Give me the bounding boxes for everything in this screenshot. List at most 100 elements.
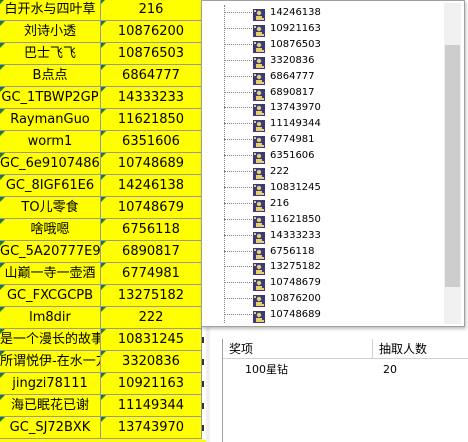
user-name-cell[interactable]: 巴士飞飞 [0, 43, 101, 65]
user-id-cell[interactable]: 14333233 [101, 87, 202, 109]
prize-header[interactable]: 奖项 [223, 339, 373, 359]
user-name-cell[interactable]: 是一个漫长的故事 [0, 329, 101, 351]
grid-row[interactable]: GC_8IGF61E6 14246138 [0, 175, 206, 198]
tree-item[interactable]: 14333233 [219, 228, 444, 244]
user-name-cell[interactable]: B点点 [0, 65, 101, 87]
cell-comment-marker [0, 175, 5, 180]
tree-item[interactable]: 13275182 [219, 259, 444, 276]
user-id-cell[interactable]: 6864777 [101, 65, 202, 87]
tree-item[interactable]: 6756118 [219, 244, 444, 260]
grid-row[interactable]: GC_5A20777E93 6890817 [0, 241, 206, 264]
tree-item-label: 6774981 [270, 134, 315, 146]
tree-item[interactable]: 10876503 [219, 37, 444, 53]
prize-count-cell[interactable]: 20 [383, 361, 397, 379]
grid-row[interactable]: TO儿零食 10748679 [0, 197, 206, 220]
user-name-cell[interactable]: lm8dir [0, 307, 101, 329]
grid-row[interactable]: GC_1TBWP2GP 14333233 [0, 87, 206, 110]
grid-row[interactable]: 海已眠花已谢 11149344 [0, 395, 206, 418]
grid-row[interactable]: jingzi78111 10921163 [0, 373, 206, 396]
tree-item[interactable]: 3320836 [219, 53, 444, 69]
user-id-cell[interactable]: 10876200 [101, 21, 202, 43]
cell-comment-marker [101, 373, 106, 378]
grid-row[interactable]: worm1 6351606 [0, 131, 206, 154]
user-name-cell[interactable]: 白开水与四叶草 [0, 0, 101, 21]
cell-comment-marker [101, 263, 106, 268]
user-id-cell[interactable]: 11621850 [101, 109, 202, 131]
tree-item[interactable]: 10831245 [219, 180, 444, 196]
grid-row[interactable]: 啥哦嗯 6756118 [0, 219, 206, 242]
user-name-cell[interactable]: jingzi78111 [0, 373, 101, 395]
user-id-cell[interactable]: 216 [101, 0, 202, 21]
grid-row[interactable]: GC_6e91074868 10748689 [0, 153, 206, 176]
user-name-cell[interactable]: GC_FXCGCPB [0, 285, 101, 307]
id-dropdown-tree[interactable]: 14246138 10921163 10876503 3320836 6864777 68… [201, 0, 465, 327]
user-id-cell[interactable]: 14246138 [101, 175, 202, 197]
tree-item[interactable]: 14246138 [219, 5, 444, 21]
user-id-cell[interactable]: 6351606 [101, 131, 202, 153]
tree-item[interactable]: 6864777 [219, 69, 444, 85]
user-id-cell[interactable]: 6890817 [101, 241, 202, 263]
cell-comment-marker [0, 197, 5, 202]
user-id-cell[interactable]: 222 [101, 307, 202, 329]
user-name-cell[interactable]: RaymanGuo [0, 109, 101, 131]
tree-item[interactable]: 10876200 [219, 291, 444, 308]
user-name-cell[interactable]: GC_1TBWP2GP [0, 87, 101, 109]
tree-item[interactable]: 6351606 [219, 148, 444, 165]
user-name-cell[interactable]: TO儿零食 [0, 197, 101, 219]
tree-item[interactable]: 222 [219, 164, 444, 180]
count-header[interactable]: 抽取人数 [373, 339, 468, 359]
user-name-cell[interactable]: 山巅一寺一壶酒 [0, 263, 101, 285]
grid-row[interactable]: RaymanGuo 11621850 [0, 109, 206, 132]
cell-comment-marker [0, 417, 5, 422]
cell-comment-marker [101, 109, 106, 114]
grid-row[interactable]: 是一个漫长的故事 10831245 [0, 329, 206, 352]
cell-comment-marker [0, 395, 5, 400]
user-id-cell[interactable]: 10876503 [101, 43, 202, 65]
tree-item[interactable]: 10748679 [219, 275, 444, 292]
user-node-icon [253, 54, 265, 69]
user-name-cell[interactable]: worm1 [0, 131, 101, 153]
grid-row[interactable]: lm8dir 222 [0, 307, 206, 330]
user-id-cell[interactable]: 13743970 [101, 417, 202, 439]
user-id-cell[interactable]: 10921163 [101, 373, 202, 395]
user-id-cell[interactable]: 13275182 [101, 285, 202, 307]
user-name-cell[interactable]: 啥哦嗯 [0, 219, 101, 241]
user-id-cell[interactable]: 10748679 [101, 197, 202, 219]
user-id-cell[interactable]: 10748689 [101, 153, 202, 175]
tree-scrollbar[interactable] [444, 3, 461, 324]
grid-row[interactable]: 巴士飞飞 10876503 [0, 43, 206, 66]
prize-name-cell[interactable]: 100星钻 [245, 361, 288, 379]
user-name-cell[interactable]: 刘诗小透 [0, 21, 101, 43]
user-id-cell[interactable]: 6774981 [101, 263, 202, 285]
tree-scrollbar-thumb[interactable] [445, 45, 460, 287]
tree-item-label: 10748689 [270, 309, 321, 321]
tree-item[interactable]: 11149344 [219, 116, 444, 133]
user-name-cell[interactable]: GC_6e91074868 [0, 153, 101, 175]
user-name-cell[interactable]: 所谓悦伊-在水一方 [0, 351, 101, 373]
tree-item[interactable]: 6774981 [219, 132, 444, 149]
user-id-cell[interactable]: 6756118 [101, 219, 202, 241]
cell-comment-marker [101, 153, 106, 158]
tree-item[interactable]: 13743970 [219, 100, 444, 117]
grid-row[interactable]: GC_SJ72BXK 13743970 [0, 417, 206, 440]
grid-row[interactable]: B点点 6864777 [0, 65, 206, 88]
user-id-cell[interactable]: 3320836 [101, 351, 202, 373]
user-name-cell[interactable]: GC_SJ72BXK [0, 417, 101, 439]
user-name-cell[interactable]: GC_8IGF61E6 [0, 175, 101, 197]
grid-row[interactable]: 所谓悦伊-在水一方 3320836 [0, 351, 206, 374]
tree-item[interactable]: 6890817 [219, 85, 444, 101]
user-id-cell[interactable]: 10831245 [101, 329, 202, 351]
tree-item[interactable]: 216 [219, 196, 444, 212]
grid-row[interactable]: 刘诗小透 10876200 [0, 21, 206, 44]
tree-item[interactable]: 11621850 [219, 212, 444, 228]
user-name-cell[interactable]: GC_5A20777E93 [0, 241, 101, 263]
user-name-cell[interactable]: 海已眠花已谢 [0, 395, 101, 417]
cell-comment-marker [0, 219, 5, 224]
grid-row[interactable]: 白开水与四叶草 216 [0, 0, 206, 22]
tree-item[interactable]: 10748689 [219, 307, 444, 324]
grid-row[interactable]: 山巅一寺一壶酒 6774981 [0, 263, 206, 286]
user-id-cell[interactable]: 11149344 [101, 395, 202, 417]
grid-row[interactable]: GC_FXCGCPB 13275182 [0, 285, 206, 308]
user-node-icon [253, 213, 265, 228]
tree-item[interactable]: 10921163 [219, 21, 444, 37]
